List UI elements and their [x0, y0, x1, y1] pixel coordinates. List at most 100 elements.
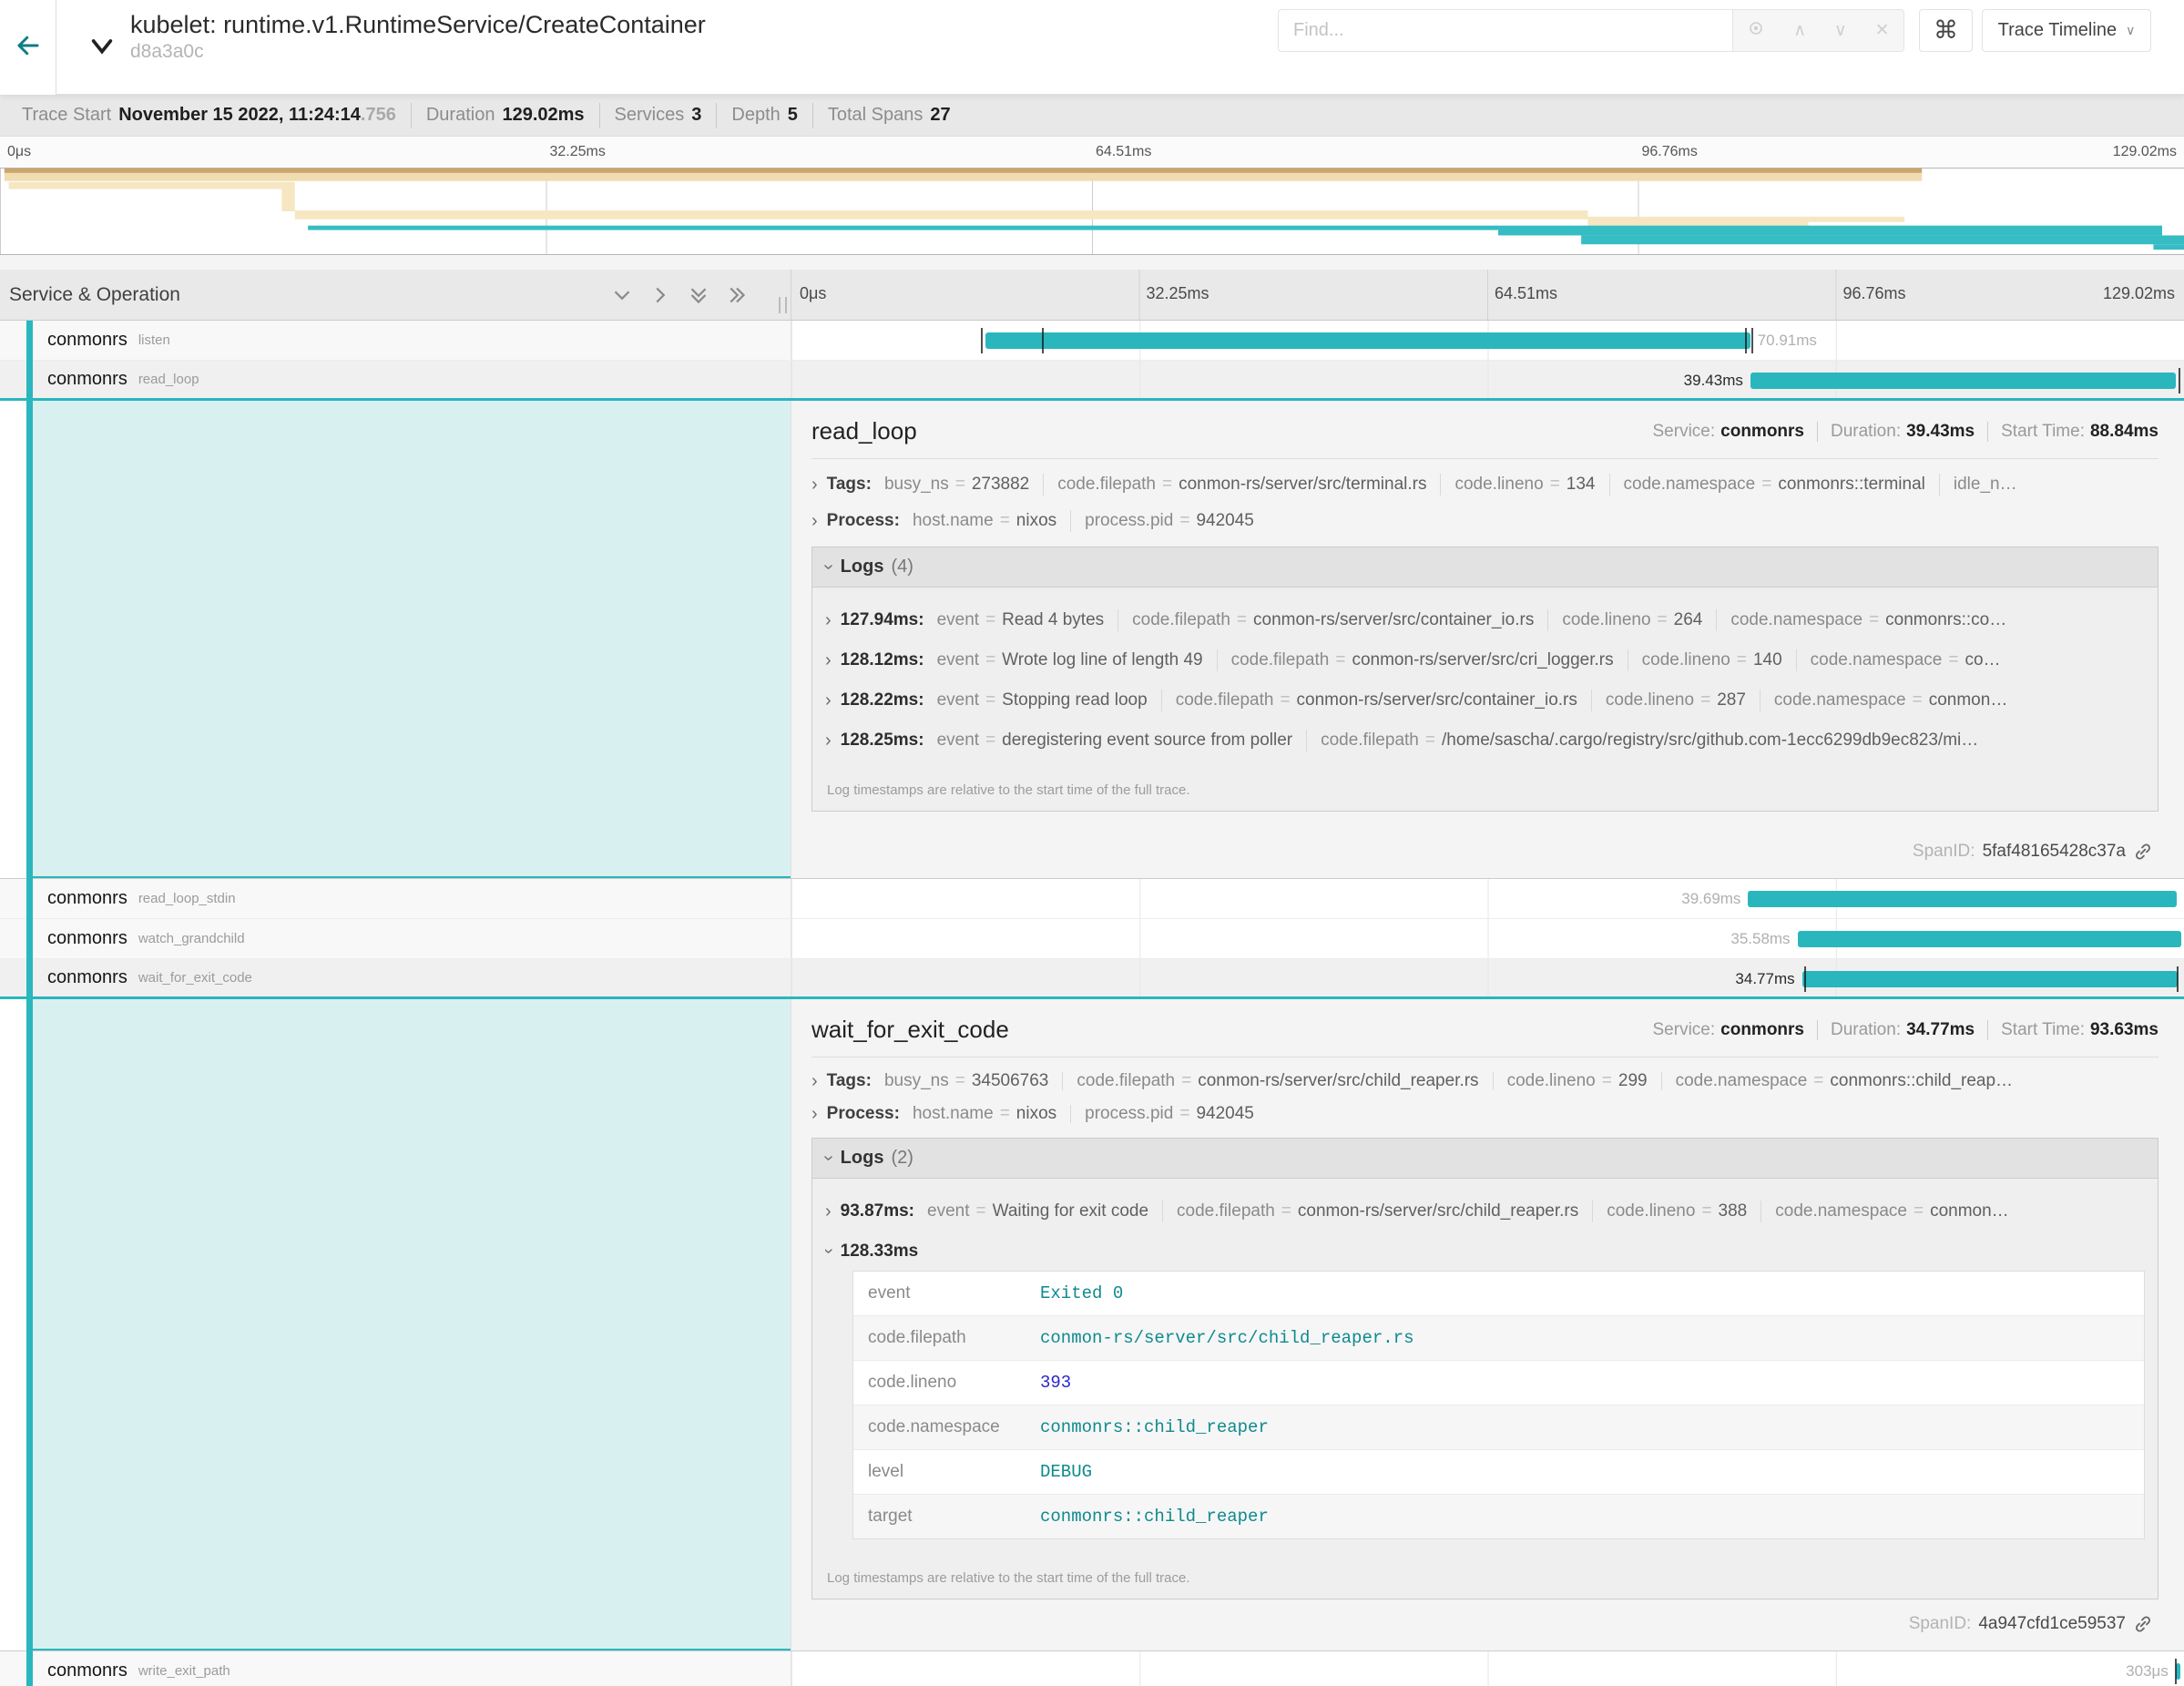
span-bar[interactable] [985, 332, 1750, 349]
span-name-cell[interactable]: conmonrs watch_grandchild [0, 919, 791, 958]
expand-all-icon[interactable] [725, 283, 749, 307]
log-entry[interactable]: › 93.87ms: event=Waiting for exit codeco… [825, 1201, 2145, 1222]
logs-header[interactable]: › Logs (4) [812, 547, 2158, 588]
trace-depth: Depth 5 [717, 103, 813, 128]
span-bar[interactable] [1750, 373, 2176, 389]
span-detail-content: read_loop Service: conmonrs Duration: 39… [791, 401, 2184, 878]
expand-one-icon[interactable] [648, 283, 672, 307]
back-button[interactable] [0, 0, 56, 95]
trace-duration: Duration 129.02ms [412, 103, 600, 128]
ruler-tick: 129.02ms [2103, 284, 2175, 303]
find-next-icon[interactable]: ∨ [1834, 20, 1847, 41]
span-id-value: 5faf48165428c37a [1983, 842, 2126, 862]
span-name-cell[interactable]: conmonrs write_exit_path [0, 1651, 791, 1686]
span-row-read-loop-stdin[interactable]: conmonrs read_loop_stdin 39.69ms [0, 879, 2184, 919]
span-timeline-cell[interactable]: 39.43ms [791, 361, 2184, 398]
logs-header[interactable]: › Logs (2) [812, 1139, 2158, 1179]
log-entry-expanded[interactable]: › 128.33ms [825, 1241, 2145, 1262]
log-field-row: eventExited 0 [853, 1272, 2144, 1316]
operation-name: watch_grandchild [138, 931, 245, 946]
tag-pair: code.filepath=/home/sascha/.cargo/regist… [1321, 731, 1978, 751]
span-detail-wait-for-exit-code: wait_for_exit_code Service: conmonrs Dur… [0, 999, 2184, 1651]
tag-pair: code.namespace=conmonrs::co… [1730, 610, 2006, 630]
tags-section[interactable]: › Tags: busy_ns=273882code.filepath=conm… [811, 474, 2158, 496]
span-detail-meta: Service: conmonrs Duration: 39.43ms Star… [1653, 422, 2159, 442]
collapse-one-icon[interactable] [610, 283, 634, 307]
span-name-cell[interactable]: conmonrs wait_for_exit_code [0, 959, 791, 996]
copy-link-icon[interactable] [2133, 1614, 2153, 1634]
keyboard-shortcuts-button[interactable]: ⌘ [1919, 9, 1973, 52]
log-field-row: code.filepathconmon-rs/server/src/child_… [853, 1316, 2144, 1361]
process-section[interactable]: › Process: host.name=nixosprocess.pid=94… [811, 510, 2158, 532]
span-timeline-cell[interactable]: 70.91ms [791, 321, 2184, 360]
span-duration-label: 35.58ms [1730, 931, 1790, 947]
span-bar[interactable] [1798, 931, 2182, 947]
axis-tick: 96.76ms [1642, 144, 1698, 160]
span-row-wait-for-exit-code[interactable]: conmonrs wait_for_exit_code 34.77ms [0, 959, 2184, 999]
divider [1987, 1020, 1988, 1040]
divider [1661, 1072, 1662, 1090]
tag-pair: code.namespace=conmon… [1775, 1201, 2008, 1221]
span-timeline-cell[interactable]: 39.69ms [791, 879, 2184, 918]
span-name-cell[interactable]: conmonrs listen [0, 321, 791, 360]
copy-link-icon[interactable] [2133, 842, 2153, 862]
span-name-cell[interactable]: conmonrs read_loop [0, 361, 791, 398]
divider [1306, 730, 1307, 751]
tag-pair: code.lineno=287 [1606, 690, 1746, 710]
axis-tick: 32.25ms [550, 144, 606, 160]
chevron-right-icon: › [825, 610, 832, 631]
span-detail-content: wait_for_exit_code Service: conmonrs Dur… [791, 999, 2184, 1650]
divider [1217, 649, 1218, 671]
minimap-spans-graph [0, 169, 2184, 254]
span-timeline-cell[interactable]: 303μs [791, 1651, 2184, 1686]
span-row-write-exit-path[interactable]: conmonrs write_exit_path 303μs [0, 1651, 2184, 1686]
find-clear-icon[interactable]: ✕ [1875, 20, 1890, 41]
tag-pair: code.filepath=conmon-rs/server/src/conta… [1132, 610, 1534, 630]
find-prev-icon[interactable]: ∧ [1793, 20, 1806, 41]
log-marker-tick [1751, 328, 1753, 353]
span-name-cell[interactable]: conmonrs read_loop_stdin [0, 879, 791, 918]
span-duration-label: 39.69ms [1681, 891, 1740, 907]
trace-start: Trace Start November 15 2022, 11:24:14.7… [7, 103, 412, 128]
view-selector-button[interactable]: Trace Timeline ∨ [1982, 9, 2151, 52]
span-row-watch-grandchild[interactable]: conmonrs watch_grandchild 35.58ms [0, 919, 2184, 959]
log-marker-tick [2175, 1659, 2177, 1684]
span-timeline-cell[interactable]: 34.77ms [791, 959, 2184, 996]
chevron-down-icon: › [818, 564, 839, 570]
log-entry[interactable]: › 127.94ms: event=Read 4 bytescode.filep… [825, 609, 2145, 631]
collapse-trace-button[interactable] [84, 31, 120, 67]
find-controls: ∧ ∨ ✕ [1732, 9, 1904, 52]
minimap-canvas[interactable] [0, 168, 2184, 255]
log-entry[interactable]: › 128.12ms: event=Wrote log line of leng… [825, 649, 2145, 671]
span-detail-meta: Service: conmonrs Duration: 34.77ms Star… [1653, 1020, 2159, 1040]
span-duration-label: 70.91ms [1758, 332, 1817, 349]
tag-pair: event=deregistering event source from po… [937, 731, 1293, 751]
trace-services: Services 3 [600, 103, 718, 128]
tags-section[interactable]: › Tags: busy_ns=34506763code.filepath=co… [811, 1072, 2158, 1090]
span-bar[interactable] [1748, 891, 2176, 907]
log-entry[interactable]: › 128.22ms: event=Stopping read loopcode… [825, 690, 2145, 711]
log-field-row: code.namespaceconmonrs::child_reaper [853, 1405, 2144, 1450]
span-bar[interactable] [1802, 971, 2178, 987]
collapse-all-icon[interactable] [687, 283, 710, 307]
detail-service: conmonrs [1720, 422, 1804, 442]
span-row-listen[interactable]: conmonrs listen 70.91ms [0, 321, 2184, 361]
logs-footnote: Log timestamps are relative to the start… [825, 1558, 2145, 1599]
logs-accordion: › Logs (2) › 93.87ms: event=Waiting for … [811, 1138, 2158, 1599]
log-marker-tick [2177, 966, 2179, 992]
process-section[interactable]: › Process: host.name=nixosprocess.pid=94… [811, 1105, 2158, 1123]
log-entry[interactable]: › 128.25ms: event=deregistering event so… [825, 730, 2145, 751]
page-title: kubelet: runtime.v1.RuntimeService/Creat… [130, 9, 706, 40]
tag-pair: host.name=nixos [913, 511, 1056, 531]
find-input[interactable] [1278, 9, 1732, 52]
tag-pair: idle_n… [1954, 475, 2017, 495]
chevron-right-icon: › [825, 650, 832, 671]
locate-icon[interactable] [1747, 19, 1765, 43]
command-icon: ⌘ [1934, 16, 1958, 45]
tag-pair: code.filepath=conmon-rs/server/src/cri_l… [1231, 650, 1614, 670]
span-timeline-cell[interactable]: 35.58ms [791, 919, 2184, 958]
service-operation-title: Service & Operation [9, 284, 180, 306]
span-row-read-loop[interactable]: conmonrs read_loop 39.43ms [0, 361, 2184, 401]
find-group: ∧ ∨ ✕ [1278, 9, 1904, 52]
column-resize-grip[interactable] [779, 297, 787, 313]
